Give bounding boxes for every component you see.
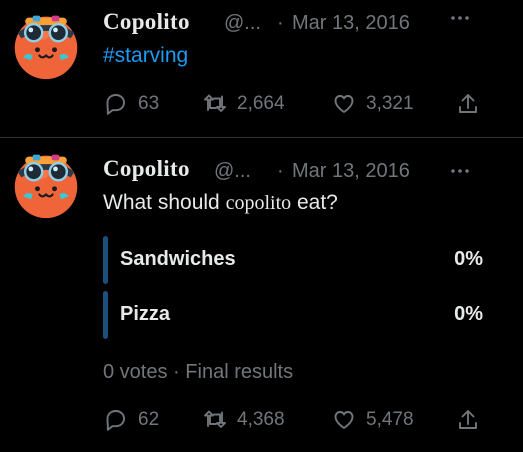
tweet-text: What should copolito eat? xyxy=(103,191,338,215)
author-handle[interactable]: @... xyxy=(224,12,261,35)
retweet-icon xyxy=(204,410,226,428)
tweet-date[interactable]: Mar 13, 2016 xyxy=(292,12,410,35)
share-icon xyxy=(459,410,477,429)
avatar[interactable] xyxy=(10,149,82,221)
more-icon[interactable] xyxy=(450,161,470,181)
avatar[interactable] xyxy=(10,10,82,82)
tweet-text-name: copolito xyxy=(225,192,292,214)
poll-option-percent: 0% xyxy=(454,303,483,325)
tweet-actions: 63 2,664 3,321 xyxy=(0,91,523,117)
poll-meta: 0 votes · Final results xyxy=(103,361,293,384)
poll-bar xyxy=(103,236,108,284)
author-handle[interactable]: @... xyxy=(214,160,251,183)
share-button[interactable] xyxy=(456,407,480,433)
separator-dot: · xyxy=(277,12,284,34)
poll-option-label: Sandwiches xyxy=(120,248,236,270)
more-icon[interactable] xyxy=(450,8,470,28)
heart-icon xyxy=(334,411,354,429)
retweet-count: 4,368 xyxy=(237,409,285,430)
poll-option-percent: 0% xyxy=(454,248,483,270)
retweet-icon xyxy=(204,94,226,112)
tweet[interactable]: Copolito @... · Mar 13, 2016 #starving 6… xyxy=(0,0,523,137)
share-icon xyxy=(459,94,477,113)
retweet-button[interactable]: 4,368 xyxy=(202,407,285,433)
author-name[interactable]: Copolito xyxy=(103,156,190,182)
share-button[interactable] xyxy=(456,91,480,117)
tweet-date[interactable]: Mar 13, 2016 xyxy=(292,160,410,183)
poll-votes: 0 votes xyxy=(103,361,168,383)
tweet-text-before: What should xyxy=(103,191,226,214)
poll-bar xyxy=(103,291,108,339)
poll-separator: · xyxy=(173,361,180,383)
poll-option: Sandwiches 0% xyxy=(103,236,483,284)
like-button[interactable]: 5,478 xyxy=(331,407,414,433)
author-name[interactable]: Copolito xyxy=(103,9,190,35)
reply-count: 63 xyxy=(138,93,160,114)
tweet-actions: 62 4,368 5,478 xyxy=(0,407,523,433)
tweet[interactable]: Copolito @... · Mar 13, 2016 What should… xyxy=(0,139,523,452)
reply-icon xyxy=(106,410,125,431)
reply-count: 62 xyxy=(138,409,160,430)
tweet-text-after: eat? xyxy=(291,191,338,214)
retweet-count: 2,664 xyxy=(237,93,285,114)
like-count: 5,478 xyxy=(366,409,414,430)
like-count: 3,321 xyxy=(366,93,414,114)
reply-button[interactable]: 62 xyxy=(103,407,159,433)
poll-option-label: Pizza xyxy=(120,303,171,325)
retweet-button[interactable]: 2,664 xyxy=(202,91,285,117)
poll-status: Final results xyxy=(185,361,294,383)
heart-icon xyxy=(334,95,354,113)
like-button[interactable]: 3,321 xyxy=(331,91,414,117)
separator-dot: · xyxy=(277,160,284,182)
reply-button[interactable]: 63 xyxy=(103,91,159,117)
hashtag-link[interactable]: #starving xyxy=(103,44,188,68)
reply-icon xyxy=(106,94,125,115)
poll-option: Pizza 0% xyxy=(103,291,483,339)
tweet-divider xyxy=(0,137,523,138)
